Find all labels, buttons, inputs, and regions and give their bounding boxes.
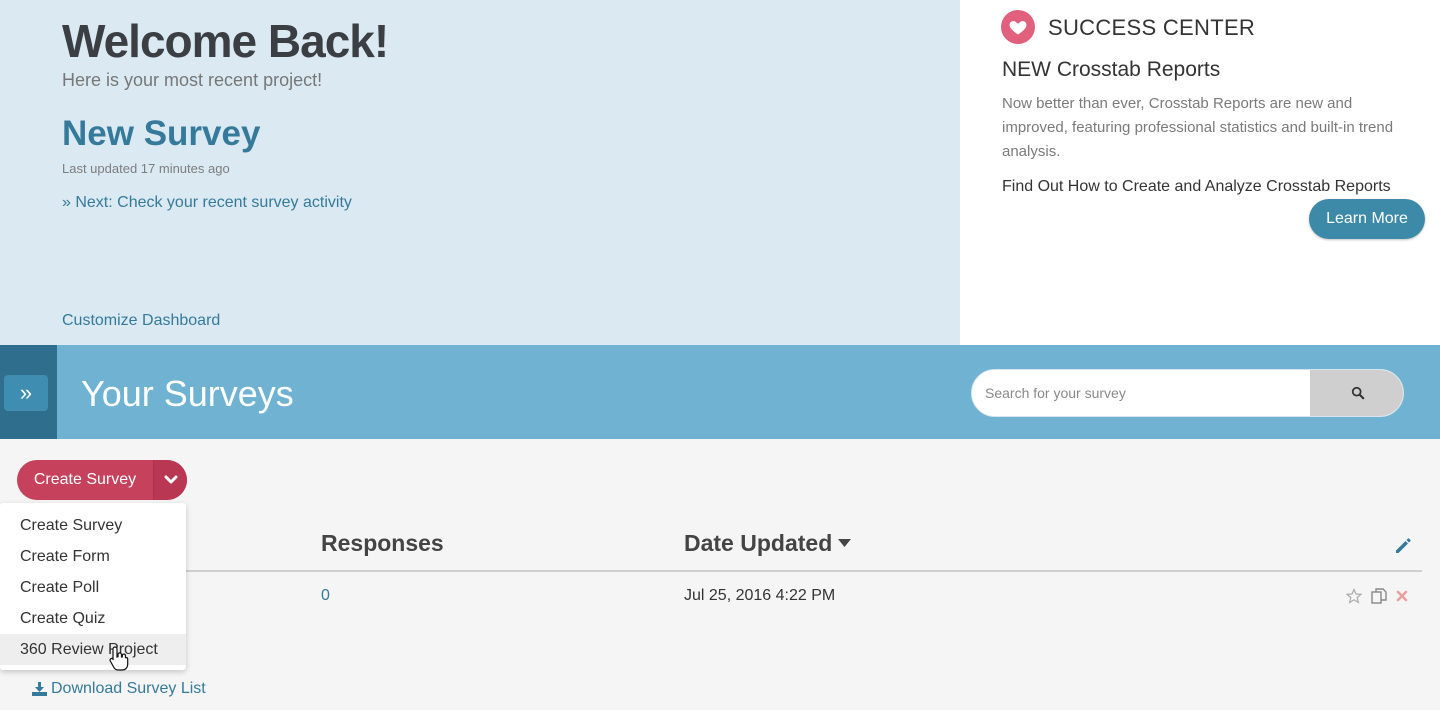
- hand-cursor-icon: [109, 646, 129, 671]
- heart-icon: [1001, 10, 1035, 44]
- survey-search: [971, 369, 1404, 417]
- success-center-title: SUCCESS CENTER: [1048, 15, 1256, 40]
- download-survey-list-link[interactable]: Download Survey List: [32, 680, 206, 698]
- customize-dashboard-link[interactable]: Customize Dashboard: [62, 312, 220, 330]
- search-button[interactable]: [1310, 370, 1403, 416]
- project-updated-text: Last updated 17 minutes ago: [62, 161, 230, 176]
- pencil-icon[interactable]: [1394, 537, 1412, 555]
- survey-search-input[interactable]: [972, 370, 1310, 416]
- date-updated-label[interactable]: Date Updated: [684, 530, 832, 557]
- copy-icon[interactable]: [1370, 587, 1388, 605]
- news-title: NEW Crosstab Reports: [1002, 58, 1221, 81]
- star-icon[interactable]: [1346, 588, 1362, 604]
- sort-desc-icon[interactable]: [838, 539, 852, 548]
- create-survey-button[interactable]: Create Survey: [17, 460, 187, 500]
- your-surveys-header: » Your Surveys: [0, 345, 1440, 439]
- column-header-responses[interactable]: Responses: [321, 530, 444, 557]
- create-survey-label[interactable]: Create Survey: [17, 460, 153, 500]
- row-date-updated: Jul 25, 2016 4:22 PM: [684, 587, 836, 604]
- welcome-subtitle: Here is your most recent project!: [62, 70, 323, 90]
- column-header-date-updated[interactable]: Date Updated: [684, 530, 852, 557]
- welcome-title: Welcome Back!: [62, 15, 389, 67]
- close-icon[interactable]: [1396, 590, 1408, 602]
- menu-item-create-form[interactable]: Create Form: [0, 541, 186, 572]
- chevron-down-icon: [164, 475, 177, 484]
- create-dropdown-menu: Create Survey Create Form Create Poll Cr…: [0, 503, 186, 670]
- welcome-panel: Welcome Back! Here is your most recent p…: [0, 0, 960, 345]
- menu-item-360-review[interactable]: 360 Review Project: [0, 634, 186, 665]
- learn-more-button[interactable]: Learn More: [1309, 199, 1425, 239]
- next-activity-link[interactable]: » Next: Check your recent survey activit…: [62, 194, 352, 212]
- create-dropdown-toggle[interactable]: [153, 460, 187, 500]
- search-icon: [1351, 386, 1364, 400]
- crosstab-article-link[interactable]: Find Out How to Create and Analyze Cross…: [1002, 178, 1391, 196]
- success-center-panel: SUCCESS CENTER NEW Crosstab Reports Now …: [960, 0, 1440, 345]
- news-body: Now better than ever, Crosstab Reports a…: [1002, 95, 1394, 160]
- download-survey-list-label[interactable]: Download Survey List: [51, 680, 206, 698]
- menu-item-create-quiz[interactable]: Create Quiz: [0, 603, 186, 634]
- recent-project-link[interactable]: New Survey: [62, 114, 260, 154]
- row-responses-count[interactable]: 0: [321, 587, 330, 605]
- download-icon: [32, 682, 47, 696]
- menu-item-create-poll[interactable]: Create Poll: [0, 572, 186, 603]
- table-header-divider: [186, 570, 1422, 572]
- dashboard-top: Welcome Back! Here is your most recent p…: [0, 0, 1440, 345]
- sidebar-toggle-strip: »: [0, 345, 57, 439]
- menu-item-create-survey[interactable]: Create Survey: [0, 510, 186, 541]
- your-surveys-title: Your Surveys: [81, 373, 294, 414]
- row-actions: [1346, 587, 1408, 605]
- expand-sidebar-button[interactable]: »: [4, 375, 48, 411]
